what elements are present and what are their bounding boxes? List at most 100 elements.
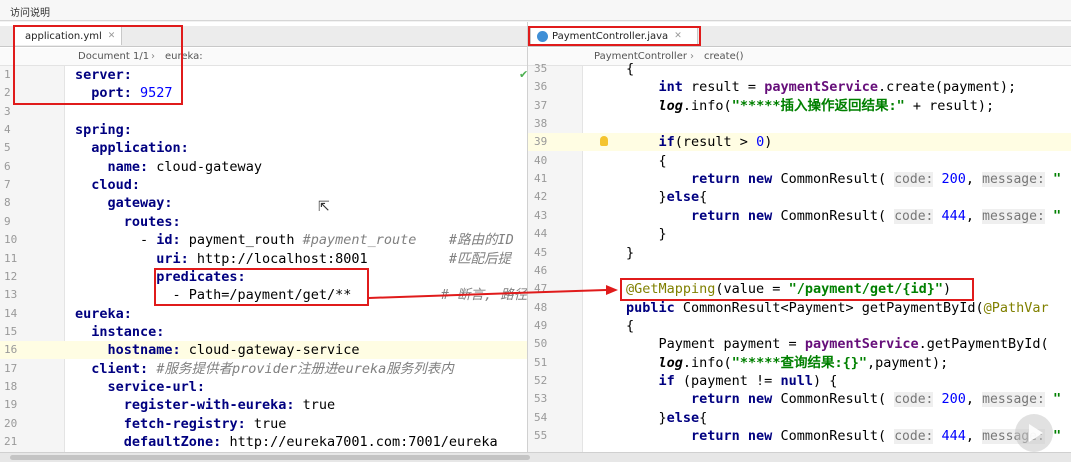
code-text[interactable]: { (626, 60, 634, 78)
line-number: 38 (534, 117, 548, 131)
lightbulb-icon[interactable] (600, 136, 608, 146)
code-text[interactable]: predicates: (75, 268, 245, 286)
code-text[interactable]: fetch-registry: true (75, 415, 287, 433)
code-line[interactable]: 46 (528, 262, 1071, 280)
code-text[interactable]: defaultZone: http://eureka7001.com:7001/… (75, 433, 498, 451)
breadcrumb-document[interactable]: Document 1/1 (78, 51, 149, 62)
scrollbar-thumb[interactable] (10, 455, 530, 460)
java-editor-pane[interactable]: PaymentController.java ✕ PaymentControll… (528, 22, 1071, 452)
code-line[interactable]: 2 port: 9527 (0, 84, 527, 102)
code-text[interactable]: name: cloud-gateway (75, 158, 262, 176)
line-number: 9 (4, 214, 11, 228)
code-text[interactable]: } (626, 225, 667, 243)
code-line[interactable]: 9 routes: (0, 213, 527, 231)
code-text[interactable]: Payment payment = paymentService.getPaym… (626, 335, 1049, 353)
code-line[interactable]: 54 }else{ (528, 409, 1071, 427)
code-text[interactable]: - id: payment_routh #payment_route #路由的I… (75, 231, 514, 249)
play-watermark-icon (1015, 414, 1053, 452)
code-line[interactable]: 44 } (528, 225, 1071, 243)
code-line[interactable]: 13 - Path=/payment/get/** # 断言, 路径 (0, 286, 527, 304)
code-text[interactable]: log.info("*****查询结果:{}",payment); (626, 354, 949, 372)
code-text[interactable]: spring: (75, 121, 132, 139)
code-line[interactable]: 20 fetch-registry: true (0, 415, 527, 433)
code-text[interactable]: cloud: (75, 176, 140, 194)
code-line[interactable]: 43 return new CommonResult( code: 444, m… (528, 207, 1071, 225)
code-text[interactable]: }else{ (626, 409, 708, 427)
code-line[interactable]: 11 uri: http://localhost:8001 #匹配后提 (0, 250, 527, 268)
code-text[interactable]: gateway: (75, 194, 173, 212)
code-text[interactable]: service-url: (75, 378, 206, 396)
code-line[interactable]: 53 return new CommonResult( code: 200, m… (528, 390, 1071, 408)
code-text[interactable]: log.info("*****插入操作返回结果:" + result); (626, 97, 995, 115)
code-text[interactable]: application: (75, 139, 189, 157)
line-number: 12 (4, 269, 18, 283)
yaml-editor-pane[interactable]: application.yml ✕ Document 1/1 › eureka:… (0, 22, 528, 452)
code-text[interactable]: { (626, 317, 634, 335)
code-line[interactable]: 40 { (528, 152, 1071, 170)
code-text[interactable]: port: 9527 (75, 84, 172, 102)
code-text[interactable]: public CommonResult<Payment> getPaymentB… (626, 299, 1049, 317)
code-line[interactable]: 39 if(result > 0) (528, 133, 1071, 152)
tab-application-yml[interactable]: application.yml ✕ (14, 26, 122, 45)
code-text[interactable]: server: (75, 66, 132, 84)
code-line[interactable]: 12 predicates: (0, 268, 527, 286)
code-line[interactable]: 8 gateway: (0, 194, 527, 212)
code-line[interactable]: 41 return new CommonResult( code: 200, m… (528, 170, 1071, 188)
line-number: 50 (534, 337, 548, 351)
code-text[interactable]: uri: http://localhost:8001 #匹配后提 (75, 250, 511, 268)
code-line[interactable]: 14 eureka: (0, 305, 527, 323)
line-number: 11 (4, 251, 18, 265)
code-line[interactable]: 52 if (payment != null) { (528, 372, 1071, 390)
code-line[interactable]: 10 - id: payment_routh #payment_route #路… (0, 231, 527, 249)
code-line[interactable]: 16 hostname: cloud-gateway-service (0, 341, 527, 360)
code-line[interactable]: 36 int result = paymentService.create(pa… (528, 78, 1071, 96)
code-text[interactable]: if(result > 0) (626, 133, 773, 151)
code-line[interactable]: 48 public CommonResult<Payment> getPaymen… (528, 299, 1071, 317)
code-line[interactable]: 4 spring: (0, 121, 527, 139)
code-text[interactable]: client: #服务提供者provider注册进eureka服务列表内 (75, 360, 453, 378)
code-line[interactable]: 21 defaultZone: http://eureka7001.com:70… (0, 433, 527, 451)
breadcrumb-eureka[interactable]: eureka: (165, 51, 203, 62)
code-line[interactable]: 38 (528, 115, 1071, 133)
close-icon[interactable]: ✕ (674, 31, 682, 41)
code-line[interactable]: 55 return new CommonResult( code: 444, m… (528, 427, 1071, 445)
code-text[interactable]: instance: (75, 323, 164, 341)
code-line[interactable]: 42 }else{ (528, 188, 1071, 206)
code-text[interactable]: hostname: cloud-gateway-service (75, 341, 360, 359)
code-line[interactable]: 18 service-url: (0, 378, 527, 396)
code-line[interactable]: 35 { (528, 60, 1071, 78)
code-line[interactable]: 37 log.info("*****插入操作返回结果:" + result); (528, 97, 1071, 115)
code-line[interactable]: 45} (528, 244, 1071, 262)
tab-payment-controller[interactable]: PaymentController.java ✕ (530, 26, 698, 45)
code-text[interactable]: return new CommonResult( code: 444, mess… (626, 207, 1061, 226)
close-icon[interactable]: ✕ (108, 31, 116, 41)
code-text[interactable]: return new CommonResult( code: 200, mess… (626, 390, 1061, 409)
code-text[interactable]: - Path=/payment/get/** # 断言, 路径 (75, 286, 527, 304)
code-text[interactable]: return new CommonResult( code: 200, mess… (626, 170, 1061, 189)
code-line[interactable]: 47 @GetMapping(value = "/payment/get/{id}… (528, 280, 1071, 298)
code-line[interactable]: 17 client: #服务提供者provider注册进eureka服务列表内 (0, 360, 527, 378)
code-text[interactable]: @GetMapping(value = "/payment/get/{id}") (626, 280, 951, 298)
code-line[interactable]: 3 (0, 103, 527, 121)
code-line[interactable]: 5 application: (0, 139, 527, 157)
code-line[interactable]: 15 instance: (0, 323, 527, 341)
code-text[interactable]: } (626, 244, 634, 262)
code-line[interactable]: 50 Payment payment = paymentService.getP… (528, 335, 1071, 353)
line-number: 41 (534, 172, 548, 186)
code-text[interactable]: }else{ (626, 188, 708, 206)
line-number: 55 (534, 429, 548, 442)
code-line[interactable]: 1 server: (0, 66, 527, 84)
code-text[interactable]: routes: (75, 213, 181, 231)
code-line[interactable]: 7 cloud: (0, 176, 527, 194)
code-text[interactable]: { (626, 152, 667, 170)
code-line[interactable]: 6 name: cloud-gateway (0, 158, 527, 176)
code-text[interactable]: eureka: (75, 305, 132, 323)
code-line[interactable]: 49 { (528, 317, 1071, 335)
code-line[interactable]: 51 log.info("*****查询结果:{}",payment); (528, 354, 1071, 372)
code-line[interactable]: 19 register-with-eureka: true (0, 396, 527, 414)
code-text[interactable]: register-with-eureka: true (75, 396, 335, 414)
code-text[interactable]: int result = paymentService.create(payme… (626, 78, 1017, 96)
code-text[interactable]: return new CommonResult( code: 444, mess… (626, 427, 1061, 446)
line-number: 37 (534, 98, 548, 112)
code-text[interactable]: if (payment != null) { (626, 372, 838, 390)
